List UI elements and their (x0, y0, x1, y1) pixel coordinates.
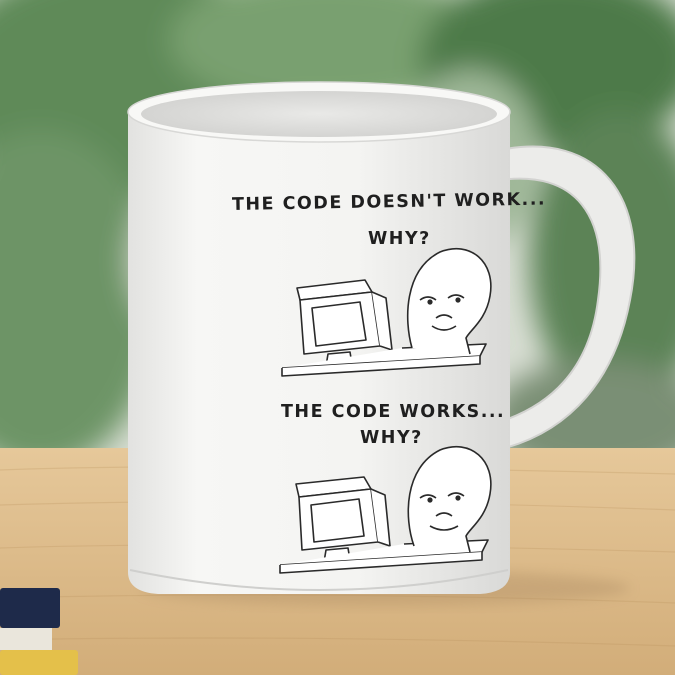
product-photo (0, 0, 675, 675)
caption-bottom-line2: WHY? (360, 428, 423, 448)
caption-bottom-line1: THE CODE WORKS... (281, 402, 506, 422)
caption-top-line2: WHY? (368, 229, 431, 249)
